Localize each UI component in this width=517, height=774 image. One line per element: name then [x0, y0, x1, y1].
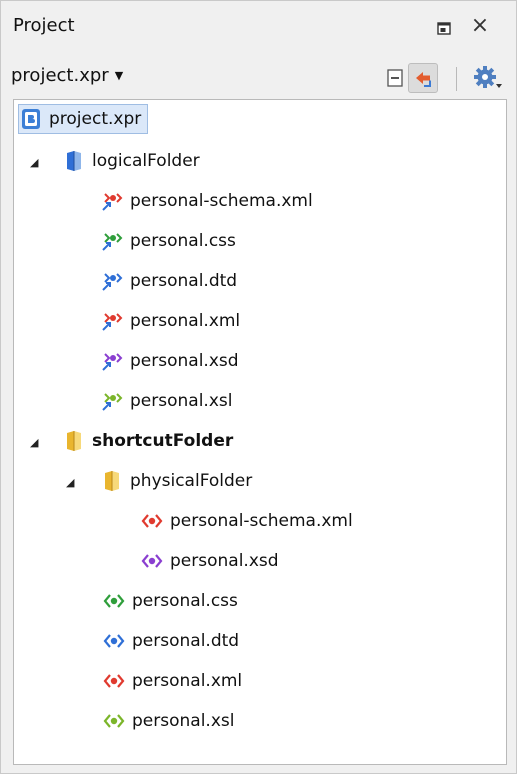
expand-toggle-physical-folder[interactable]: ◢	[66, 476, 78, 489]
panel-titlebar: Project ×	[1, 1, 516, 59]
linked-xsd-icon	[102, 353, 123, 371]
linked-xml-icon	[102, 313, 123, 331]
xml-file-icon	[103, 674, 125, 688]
restore-icon	[437, 22, 451, 35]
tree-item-label: project.xpr	[49, 109, 142, 129]
css-file-icon	[103, 594, 125, 608]
linked-xsl-icon	[102, 393, 123, 411]
tree-item-file[interactable]: personal.xsl	[102, 706, 234, 736]
tree-item-label: personal.xml	[130, 311, 241, 331]
link-with-editor-icon	[416, 72, 431, 87]
project-tree[interactable]: project.xpr ◢ logicalFolder personal-sch…	[13, 99, 507, 765]
tree-item-file[interactable]: personal.css	[100, 226, 236, 256]
link-with-editor-button[interactable]	[408, 63, 438, 93]
physical-folder-icon	[105, 471, 119, 491]
settings-menu-button[interactable]	[471, 63, 502, 93]
tree-item-label: personal.xsd	[130, 351, 239, 371]
chevron-down-icon: ▼	[114, 69, 124, 82]
project-selector-label: project.xpr	[11, 65, 109, 86]
logical-folder-icon	[67, 151, 81, 171]
linked-dtd-icon	[102, 273, 123, 291]
tree-item-label: logicalFolder	[92, 151, 200, 171]
project-panel: Project × project.xpr ▼ project.xpr ◢ lo…	[0, 0, 517, 774]
expand-toggle-shortcut-folder[interactable]: ◢	[30, 436, 42, 449]
tree-item-shortcut-folder[interactable]: shortcutFolder	[62, 426, 233, 456]
tree-item-label: shortcutFolder	[92, 431, 234, 451]
shortcut-folder-icon	[67, 431, 81, 451]
tree-item-file[interactable]: personal.xsd	[100, 346, 239, 376]
tree-item-file[interactable]: personal.css	[102, 586, 238, 616]
expand-toggle-logical-folder[interactable]: ◢	[30, 156, 42, 169]
tree-item-label: personal.css	[132, 591, 238, 611]
tree-item-label: personal.dtd	[132, 631, 240, 651]
restore-panel-button[interactable]	[431, 15, 457, 41]
dtd-file-icon	[103, 634, 125, 648]
tree-item-label: personal.css	[130, 231, 236, 251]
tree-item-file[interactable]: personal.dtd	[100, 266, 237, 296]
linked-css-icon	[102, 233, 123, 251]
linked-schema-xml-icon	[102, 193, 123, 211]
collapse-all-button[interactable]	[380, 63, 410, 93]
tree-item-label: personal.xsl	[130, 391, 233, 411]
gear-icon	[474, 66, 502, 88]
tree-item-label: physicalFolder	[130, 471, 253, 491]
tree-item-label: personal.xsl	[132, 711, 235, 731]
tree-item-label: personal.xml	[132, 671, 243, 691]
tree-item-file[interactable]: personal.xml	[102, 666, 242, 696]
tree-item-file[interactable]: personal-schema.xml	[140, 506, 353, 536]
tree-item-file[interactable]: personal-schema.xml	[100, 186, 313, 216]
project-selector-dropdown[interactable]: project.xpr ▼	[11, 65, 123, 86]
tree-item-logical-folder[interactable]: logicalFolder	[62, 146, 200, 176]
close-panel-button[interactable]: ×	[467, 15, 493, 41]
tree-item-file[interactable]: personal.xsl	[100, 386, 232, 416]
tree-item-label: personal.dtd	[130, 271, 238, 291]
panel-toolbar: project.xpr ▼	[1, 59, 516, 97]
tree-item-label: personal-schema.xml	[130, 191, 313, 211]
xml-file-icon	[141, 514, 163, 528]
project-file-icon	[22, 109, 40, 129]
xsd-file-icon	[141, 554, 163, 568]
xsl-file-icon	[103, 714, 125, 728]
tree-item-label: personal.xsd	[170, 551, 279, 571]
tree-item-file[interactable]: personal.dtd	[102, 626, 239, 656]
tree-item-file[interactable]: personal.xml	[100, 306, 240, 336]
tree-item-physical-folder[interactable]: physicalFolder	[100, 466, 252, 496]
tree-item-label: personal-schema.xml	[170, 511, 353, 531]
tree-item-project-root[interactable]: project.xpr	[18, 104, 149, 134]
toolbar-separator	[456, 67, 457, 91]
panel-title: Project	[13, 15, 75, 36]
tree-item-file[interactable]: personal.xsd	[140, 546, 279, 576]
collapse-all-icon	[387, 69, 403, 87]
close-icon: ×	[470, 13, 490, 38]
